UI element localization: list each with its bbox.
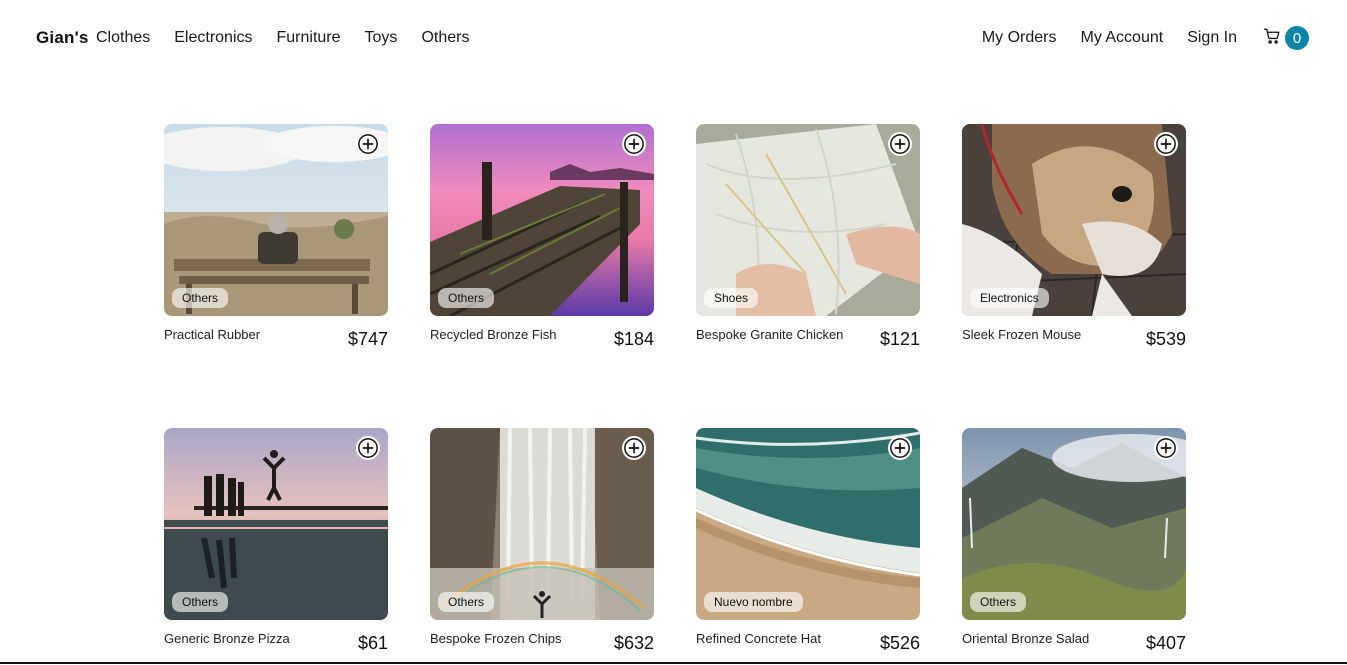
add-to-cart-button[interactable] bbox=[1154, 436, 1178, 460]
nav-sign-in[interactable]: Sign In bbox=[1187, 29, 1237, 47]
product-image[interactable]: Others bbox=[164, 124, 388, 316]
product-image[interactable]: Shoes bbox=[696, 124, 920, 316]
top-navbar: Gian's Clothes Electronics Furniture Toy… bbox=[0, 0, 1347, 78]
plus-icon bbox=[890, 134, 910, 154]
product-price: $121 bbox=[879, 329, 920, 349]
nav-furniture[interactable]: Furniture bbox=[277, 29, 341, 47]
product-card[interactable]: Others Oriental Bronze Salad $407 bbox=[962, 428, 1186, 653]
nav-my-orders[interactable]: My Orders bbox=[982, 29, 1057, 47]
product-price: $747 bbox=[347, 329, 388, 349]
add-to-cart-button[interactable] bbox=[888, 132, 912, 156]
product-price: $184 bbox=[613, 329, 654, 349]
category-badge: Others bbox=[172, 288, 229, 308]
product-price: $539 bbox=[1145, 329, 1186, 349]
product-meta: Sleek Frozen Mouse $539 bbox=[962, 326, 1186, 350]
product-price: $61 bbox=[357, 633, 388, 653]
product-name: Practical Rubber bbox=[164, 327, 261, 342]
product-name: Bespoke Granite Chicken bbox=[696, 327, 844, 342]
plus-icon bbox=[1156, 438, 1176, 458]
product-name: Oriental Bronze Salad bbox=[962, 631, 1090, 646]
category-badge: Electronics bbox=[970, 288, 1049, 308]
category-badge: Others bbox=[970, 592, 1027, 612]
nav-clothes[interactable]: Clothes bbox=[96, 29, 150, 47]
plus-icon bbox=[358, 134, 378, 154]
cart-button[interactable]: 0 bbox=[1263, 26, 1309, 50]
category-badge: Nuevo nombre bbox=[704, 592, 803, 612]
product-price: $632 bbox=[613, 633, 654, 653]
category-badge: Others bbox=[438, 288, 495, 308]
product-name: Bespoke Frozen Chips bbox=[430, 631, 562, 646]
plus-icon bbox=[890, 438, 910, 458]
product-image[interactable]: Others bbox=[430, 124, 654, 316]
product-image[interactable]: Others bbox=[962, 428, 1186, 620]
product-card[interactable]: Nuevo nombre Refined Concrete Hat $526 bbox=[696, 428, 920, 653]
product-meta: Refined Concrete Hat $526 bbox=[696, 630, 920, 654]
product-card[interactable]: Shoes Bespoke Granite Chicken $121 bbox=[696, 124, 920, 349]
add-to-cart-button[interactable] bbox=[888, 436, 912, 460]
product-name: Refined Concrete Hat bbox=[696, 631, 822, 646]
product-card[interactable]: Others Bespoke Frozen Chips $632 bbox=[430, 428, 654, 653]
plus-icon bbox=[624, 134, 644, 154]
category-badge: Shoes bbox=[704, 288, 759, 308]
category-badge: Others bbox=[172, 592, 229, 612]
product-name: Generic Bronze Pizza bbox=[164, 631, 290, 646]
product-meta: Bespoke Granite Chicken $121 bbox=[696, 326, 920, 350]
cart-icon bbox=[1263, 27, 1281, 50]
add-to-cart-button[interactable] bbox=[356, 436, 380, 460]
product-price: $526 bbox=[879, 633, 920, 653]
add-to-cart-button[interactable] bbox=[622, 132, 646, 156]
product-card[interactable]: Others Recycled Bronze Fish $184 bbox=[430, 124, 654, 349]
account-nav: My Orders My Account Sign In bbox=[958, 29, 1237, 47]
page-bottom-border bbox=[0, 662, 1347, 664]
add-to-cart-button[interactable] bbox=[356, 132, 380, 156]
product-image[interactable]: Electronics bbox=[962, 124, 1186, 316]
product-meta: Bespoke Frozen Chips $632 bbox=[430, 630, 654, 654]
product-meta: Oriental Bronze Salad $407 bbox=[962, 630, 1186, 654]
product-card[interactable]: Others Practical Rubber $747 bbox=[164, 124, 388, 349]
product-card[interactable]: Others Generic Bronze Pizza $61 bbox=[164, 428, 388, 653]
product-name: Recycled Bronze Fish bbox=[430, 327, 557, 342]
category-nav: Clothes Electronics Furniture Toys Other… bbox=[96, 29, 493, 47]
product-name: Sleek Frozen Mouse bbox=[962, 327, 1082, 342]
cart-count-badge: 0 bbox=[1285, 26, 1309, 50]
nav-my-account[interactable]: My Account bbox=[1080, 29, 1163, 47]
plus-icon bbox=[358, 438, 378, 458]
product-grid: Others Practical Rubber $747 Others Recy… bbox=[164, 124, 1186, 653]
product-card[interactable]: Electronics Sleek Frozen Mouse $539 bbox=[962, 124, 1186, 349]
product-meta: Generic Bronze Pizza $61 bbox=[164, 630, 388, 654]
product-price: $407 bbox=[1145, 633, 1186, 653]
nav-others[interactable]: Others bbox=[421, 29, 469, 47]
product-image[interactable]: Others bbox=[430, 428, 654, 620]
plus-icon bbox=[624, 438, 644, 458]
product-meta: Practical Rubber $747 bbox=[164, 326, 388, 350]
product-meta: Recycled Bronze Fish $184 bbox=[430, 326, 654, 350]
nav-toys[interactable]: Toys bbox=[365, 29, 398, 47]
brand-logo[interactable]: Gian's bbox=[36, 28, 88, 48]
product-image[interactable]: Others bbox=[164, 428, 388, 620]
nav-electronics[interactable]: Electronics bbox=[174, 29, 252, 47]
add-to-cart-button[interactable] bbox=[1154, 132, 1178, 156]
plus-icon bbox=[1156, 134, 1176, 154]
product-image[interactable]: Nuevo nombre bbox=[696, 428, 920, 620]
add-to-cart-button[interactable] bbox=[622, 436, 646, 460]
category-badge: Others bbox=[438, 592, 495, 612]
